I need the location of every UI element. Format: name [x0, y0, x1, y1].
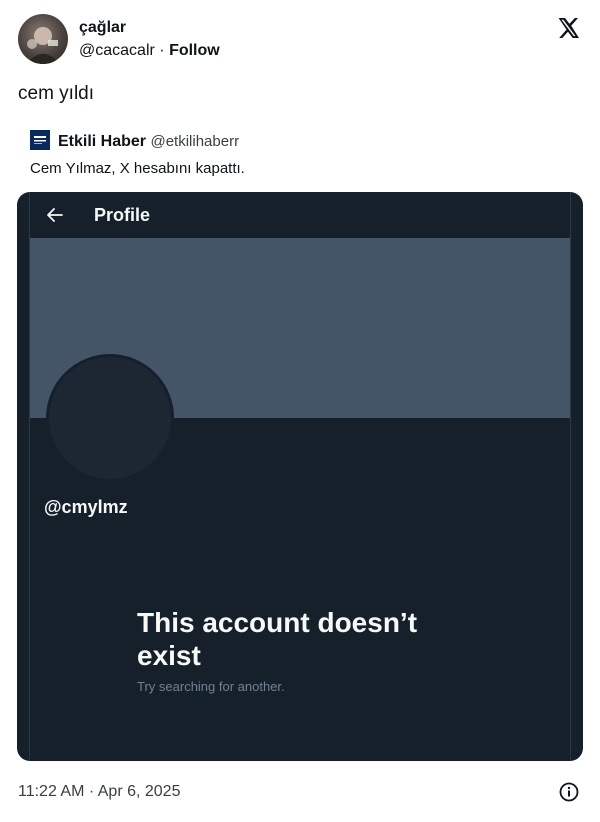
- x-logo-icon[interactable]: [556, 16, 580, 40]
- info-icon[interactable]: [559, 782, 579, 802]
- follow-button[interactable]: Follow: [169, 42, 220, 59]
- author-meta: @cacacalr · Follow: [79, 41, 220, 61]
- arrow-left-icon: [46, 206, 64, 224]
- profile-title: Profile: [94, 205, 151, 225]
- quoted-author-name[interactable]: Etkili Haber: [58, 133, 146, 150]
- quoted-author[interactable]: Etkili Haber @etkilihaberr: [30, 130, 239, 152]
- account-missing-title: This account doesn’t exist: [137, 607, 418, 671]
- quoted-author-handle[interactable]: @etkilihaberr: [150, 133, 239, 150]
- profile-handle: @cmylmz: [44, 497, 128, 517]
- profile-screen: Profile @cmylmz This account doesn’t exi…: [29, 192, 571, 761]
- media-screenshot[interactable]: Profile @cmylmz This account doesn’t exi…: [17, 192, 583, 761]
- author-handle[interactable]: @cacacalr: [79, 42, 155, 59]
- avatar[interactable]: [18, 14, 68, 64]
- tweet-header: çağlar @cacacalr · Follow: [18, 14, 584, 66]
- etkili-haber-logo-icon: [30, 130, 50, 150]
- profile-avatar-placeholder: [46, 354, 174, 482]
- account-missing-subtitle: Try searching for another.: [137, 679, 285, 694]
- tweet-timestamp[interactable]: 11:22 AM · Apr 6, 2025: [18, 782, 180, 802]
- tweet-text: cem yıldı: [18, 83, 95, 104]
- separator-dot: ·: [159, 42, 165, 59]
- author-name[interactable]: çağlar: [79, 18, 126, 38]
- profile-topbar: Profile: [30, 192, 570, 238]
- quoted-tweet-text: Cem Yılmaz, X hesabını kapattı.: [30, 160, 245, 177]
